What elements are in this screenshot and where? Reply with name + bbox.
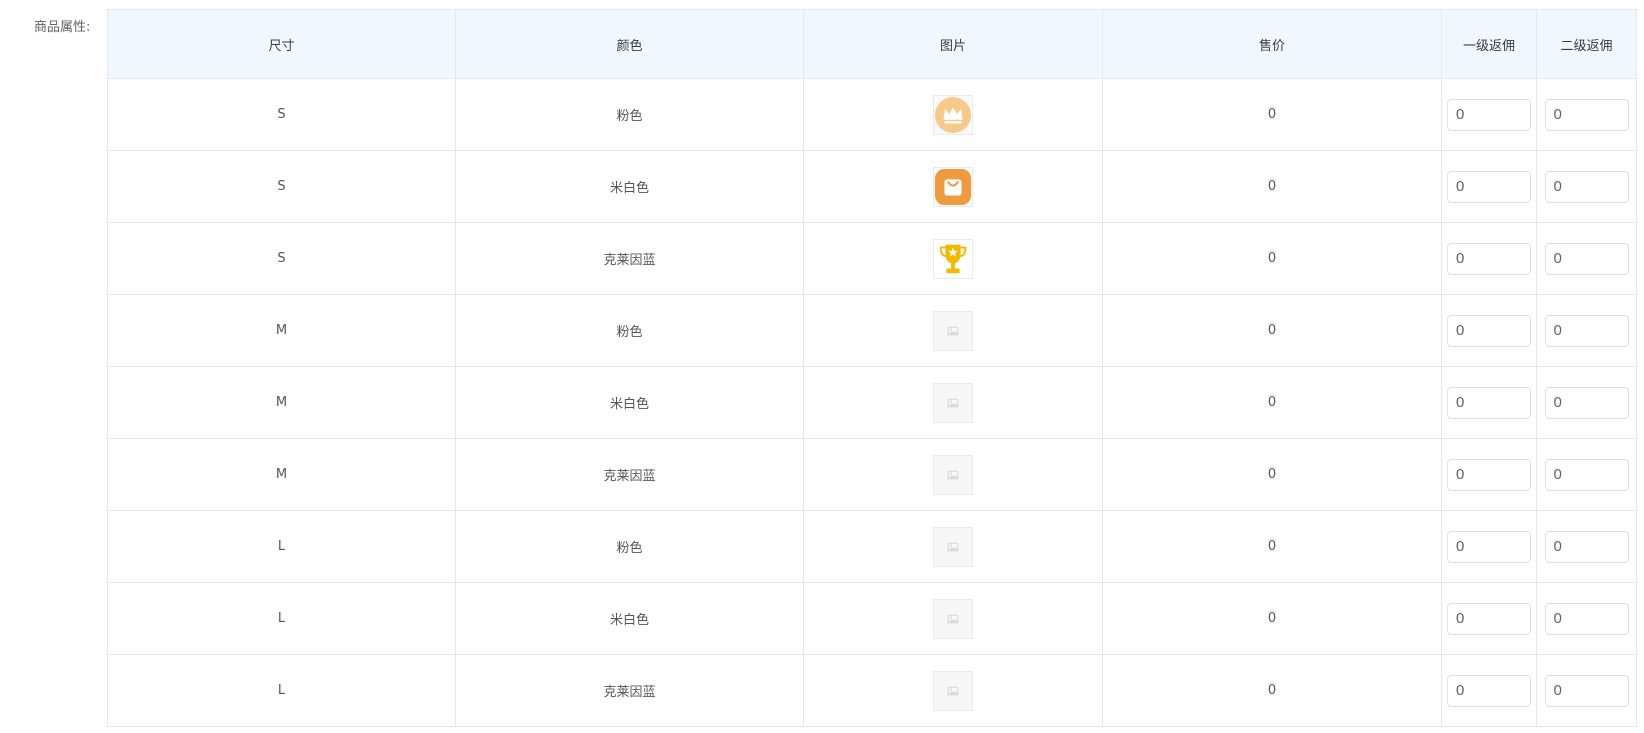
- rebate-level2-input[interactable]: [1544, 314, 1629, 347]
- table-row: L 克莱因蓝 0: [107, 654, 1637, 727]
- form-label-product-attributes: 商品属性:: [34, 20, 91, 35]
- rebate-level2-input[interactable]: [1544, 602, 1629, 635]
- table-row: M 米白色 0: [107, 366, 1637, 439]
- cell-image: [803, 78, 1103, 151]
- cell-color: 米白色: [455, 366, 804, 439]
- image-placeholder-icon[interactable]: [933, 526, 973, 567]
- cell-price: 0: [1102, 294, 1442, 367]
- cell-image: [803, 366, 1103, 439]
- table-row: M 克莱因蓝 0: [107, 438, 1637, 511]
- rebate-level1-input[interactable]: [1447, 386, 1531, 419]
- cell-color: 粉色: [455, 510, 804, 583]
- rebate-level1-input[interactable]: [1447, 602, 1531, 635]
- cell-price: 0: [1102, 366, 1442, 439]
- cell-image: [803, 510, 1103, 583]
- cell-size: L: [107, 654, 456, 727]
- rebate-level1-input[interactable]: [1447, 98, 1531, 131]
- cell-rebate-level2: [1536, 510, 1637, 583]
- cell-size: L: [107, 582, 456, 655]
- rebate-level2-input[interactable]: [1544, 386, 1629, 419]
- cell-size: S: [107, 78, 456, 151]
- cell-rebate-level1: [1441, 510, 1537, 583]
- image-placeholder-icon[interactable]: [933, 454, 973, 495]
- image-placeholder-icon[interactable]: [933, 670, 973, 711]
- rebate-level2-input[interactable]: [1544, 674, 1629, 707]
- rebate-level2-input[interactable]: [1544, 530, 1629, 563]
- table-row: L 粉色 0: [107, 510, 1637, 583]
- cell-size: S: [107, 222, 456, 295]
- header-price: 售价: [1102, 9, 1442, 79]
- cell-size: L: [107, 510, 456, 583]
- cell-image: [803, 294, 1103, 367]
- cell-rebate-level1: [1441, 222, 1537, 295]
- cell-price: 0: [1102, 150, 1442, 223]
- cell-rebate-level2: [1536, 294, 1637, 367]
- table-row: S 粉色 0: [107, 78, 1637, 151]
- table-row: S 米白色 0: [107, 150, 1637, 223]
- rebate-level2-input[interactable]: [1544, 170, 1629, 203]
- rebate-level1-input[interactable]: [1447, 458, 1531, 491]
- cell-price: 0: [1102, 222, 1442, 295]
- table-row: S 克莱因蓝 0: [107, 222, 1637, 295]
- cell-rebate-level2: [1536, 78, 1637, 151]
- cell-price: 0: [1102, 78, 1442, 151]
- shopping-bag-icon[interactable]: [933, 166, 973, 207]
- rebate-level1-input[interactable]: [1447, 242, 1531, 275]
- cell-color: 粉色: [455, 78, 804, 151]
- cell-size: M: [107, 438, 456, 511]
- header-image: 图片: [803, 9, 1103, 79]
- cell-color: 克莱因蓝: [455, 438, 804, 511]
- cell-image: [803, 654, 1103, 727]
- cell-color: 克莱因蓝: [455, 654, 804, 727]
- cell-image: [803, 582, 1103, 655]
- cell-size: M: [107, 294, 456, 367]
- table-row: M 粉色 0: [107, 294, 1637, 367]
- cell-image: [803, 222, 1103, 295]
- cell-rebate-level2: [1536, 222, 1637, 295]
- rebate-level1-input[interactable]: [1447, 170, 1531, 203]
- sku-table: 尺寸 颜色 图片 售价 一级返佣 二级返佣 S粉色0S米白色0S克莱因蓝0M粉色…: [107, 9, 1637, 727]
- cell-rebate-level2: [1536, 654, 1637, 727]
- cell-price: 0: [1102, 510, 1442, 583]
- cell-rebate-level2: [1536, 150, 1637, 223]
- rebate-level1-input[interactable]: [1447, 674, 1531, 707]
- trophy-icon[interactable]: [933, 238, 973, 279]
- cell-image: [803, 438, 1103, 511]
- cell-rebate-level2: [1536, 438, 1637, 511]
- crown-icon[interactable]: [933, 94, 973, 135]
- cell-rebate-level1: [1441, 654, 1537, 727]
- cell-rebate-level2: [1536, 366, 1637, 439]
- cell-rebate-level1: [1441, 366, 1537, 439]
- header-rebate-level1: 一级返佣: [1441, 9, 1537, 79]
- cell-price: 0: [1102, 582, 1442, 655]
- cell-rebate-level1: [1441, 150, 1537, 223]
- image-placeholder-icon[interactable]: [933, 382, 973, 423]
- cell-rebate-level2: [1536, 582, 1637, 655]
- cell-price: 0: [1102, 438, 1442, 511]
- cell-size: M: [107, 366, 456, 439]
- cell-color: 粉色: [455, 294, 804, 367]
- cell-color: 米白色: [455, 150, 804, 223]
- rebate-level1-input[interactable]: [1447, 314, 1531, 347]
- rebate-level1-input[interactable]: [1447, 530, 1531, 563]
- cell-color: 克莱因蓝: [455, 222, 804, 295]
- cell-rebate-level1: [1441, 294, 1537, 367]
- header-color: 颜色: [455, 9, 804, 79]
- cell-price: 0: [1102, 654, 1442, 727]
- cell-rebate-level1: [1441, 582, 1537, 655]
- cell-size: S: [107, 150, 456, 223]
- table-header-row: 尺寸 颜色 图片 售价 一级返佣 二级返佣: [107, 9, 1637, 79]
- cell-color: 米白色: [455, 582, 804, 655]
- header-rebate-level2: 二级返佣: [1536, 9, 1637, 79]
- table-row: L 米白色 0: [107, 582, 1637, 655]
- rebate-level2-input[interactable]: [1544, 458, 1629, 491]
- cell-rebate-level1: [1441, 438, 1537, 511]
- image-placeholder-icon[interactable]: [933, 598, 973, 639]
- cell-rebate-level1: [1441, 78, 1537, 151]
- cell-image: [803, 150, 1103, 223]
- image-placeholder-icon[interactable]: [933, 310, 973, 351]
- rebate-level2-input[interactable]: [1544, 242, 1629, 275]
- header-size: 尺寸: [107, 9, 456, 79]
- rebate-level2-input[interactable]: [1544, 98, 1629, 131]
